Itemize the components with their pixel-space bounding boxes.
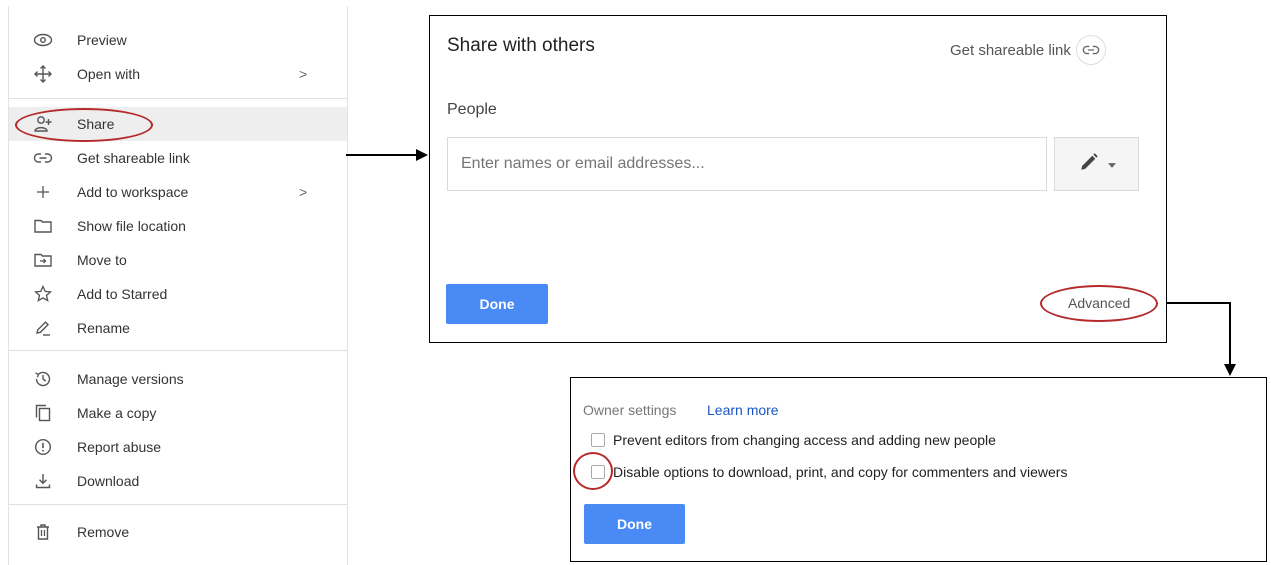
menu-item-add-to-starred[interactable]: Add to Starred bbox=[9, 277, 347, 311]
menu-item-label: Add to workspace bbox=[77, 184, 189, 200]
learn-more-link[interactable]: Learn more bbox=[707, 402, 779, 418]
menu-item-label: Add to Starred bbox=[77, 286, 168, 302]
menu-divider bbox=[9, 350, 347, 351]
menu-divider bbox=[9, 504, 347, 505]
menu-item-share[interactable]: Share bbox=[9, 107, 347, 141]
link-icon bbox=[32, 147, 54, 169]
people-label: People bbox=[447, 101, 497, 118]
owner-settings-dialog: Owner settings Learn more Prevent editor… bbox=[570, 377, 1267, 562]
owner-settings-label: Owner settings bbox=[583, 402, 677, 418]
permission-dropdown[interactable] bbox=[1054, 137, 1139, 191]
option-label: Disable options to download, print, and … bbox=[613, 464, 1068, 480]
option-prevent-editors: Prevent editors from changing access and… bbox=[591, 432, 996, 448]
option-label: Prevent editors from changing access and… bbox=[613, 432, 996, 448]
arrow-down-icon bbox=[1224, 364, 1236, 376]
arrow-right-icon bbox=[416, 149, 428, 161]
download-icon bbox=[32, 470, 54, 492]
advanced-link[interactable]: Advanced bbox=[1068, 295, 1130, 311]
menu-item-label: Move to bbox=[77, 252, 127, 268]
menu-item-move-to[interactable]: Move to bbox=[9, 243, 347, 277]
menu-item-label: Download bbox=[77, 473, 140, 489]
chevron-right-icon: > bbox=[299, 66, 308, 82]
connector-line bbox=[346, 154, 418, 156]
checkbox[interactable] bbox=[591, 465, 605, 479]
menu-item-download[interactable]: Download bbox=[9, 464, 347, 498]
trash-icon bbox=[32, 521, 54, 543]
plus-icon bbox=[32, 181, 54, 203]
connector-line bbox=[1229, 302, 1231, 364]
checkbox[interactable] bbox=[591, 433, 605, 447]
link-icon bbox=[1075, 35, 1106, 65]
menu-item-label: Open with bbox=[77, 66, 141, 82]
history-icon bbox=[32, 368, 54, 390]
people-input[interactable] bbox=[447, 137, 1047, 191]
menu-item-label: Rename bbox=[77, 320, 130, 336]
copy-icon bbox=[32, 402, 54, 424]
get-shareable-link-label: Get shareable link bbox=[950, 41, 1071, 59]
menu-divider bbox=[9, 98, 347, 99]
menu-item-label: Show file location bbox=[77, 218, 186, 234]
alert-icon bbox=[32, 436, 54, 458]
menu-item-label: Report abuse bbox=[77, 439, 162, 455]
pencil-icon bbox=[1078, 151, 1100, 178]
add-person-icon bbox=[32, 113, 54, 135]
caret-down-icon bbox=[1107, 155, 1116, 173]
move-arrows-icon bbox=[32, 63, 54, 85]
pencil-icon bbox=[32, 317, 54, 339]
menu-item-report-abuse[interactable]: Report abuse bbox=[9, 430, 347, 464]
menu-item-open-with[interactable]: Open with > bbox=[9, 57, 347, 91]
folder-icon bbox=[32, 215, 54, 237]
get-shareable-link[interactable]: Get shareable link bbox=[950, 35, 1106, 65]
menu-item-label: Get shareable link bbox=[77, 150, 190, 166]
done-button[interactable]: Done bbox=[446, 284, 548, 324]
connector-line bbox=[1166, 302, 1231, 304]
menu-item-label: Share bbox=[77, 116, 115, 132]
menu-item-manage-versions[interactable]: Manage versions bbox=[9, 362, 347, 396]
menu-item-make-a-copy[interactable]: Make a copy bbox=[9, 396, 347, 430]
menu-item-get-shareable-link[interactable]: Get shareable link bbox=[9, 141, 347, 175]
menu-item-preview[interactable]: Preview bbox=[9, 23, 347, 57]
share-dialog: Share with others Get shareable link Peo… bbox=[429, 15, 1167, 343]
chevron-right-icon: > bbox=[299, 184, 308, 200]
menu-item-add-to-workspace[interactable]: Add to workspace > bbox=[9, 175, 347, 209]
menu-item-label: Manage versions bbox=[77, 371, 184, 387]
menu-item-show-file-location[interactable]: Show file location bbox=[9, 209, 347, 243]
menu-item-label: Preview bbox=[77, 32, 127, 48]
eye-icon bbox=[32, 29, 54, 51]
menu-item-label: Make a copy bbox=[77, 405, 157, 421]
option-disable-download: Disable options to download, print, and … bbox=[591, 464, 1067, 480]
move-to-folder-icon bbox=[32, 249, 54, 271]
context-menu: Preview Open with > Share Get shareable … bbox=[8, 6, 348, 565]
menu-item-rename[interactable]: Rename bbox=[9, 311, 347, 345]
star-icon bbox=[32, 283, 54, 305]
menu-item-label: Remove bbox=[77, 524, 130, 540]
menu-item-remove[interactable]: Remove bbox=[9, 515, 347, 549]
dialog-title: Share with others bbox=[447, 35, 595, 56]
done-button[interactable]: Done bbox=[584, 504, 685, 544]
